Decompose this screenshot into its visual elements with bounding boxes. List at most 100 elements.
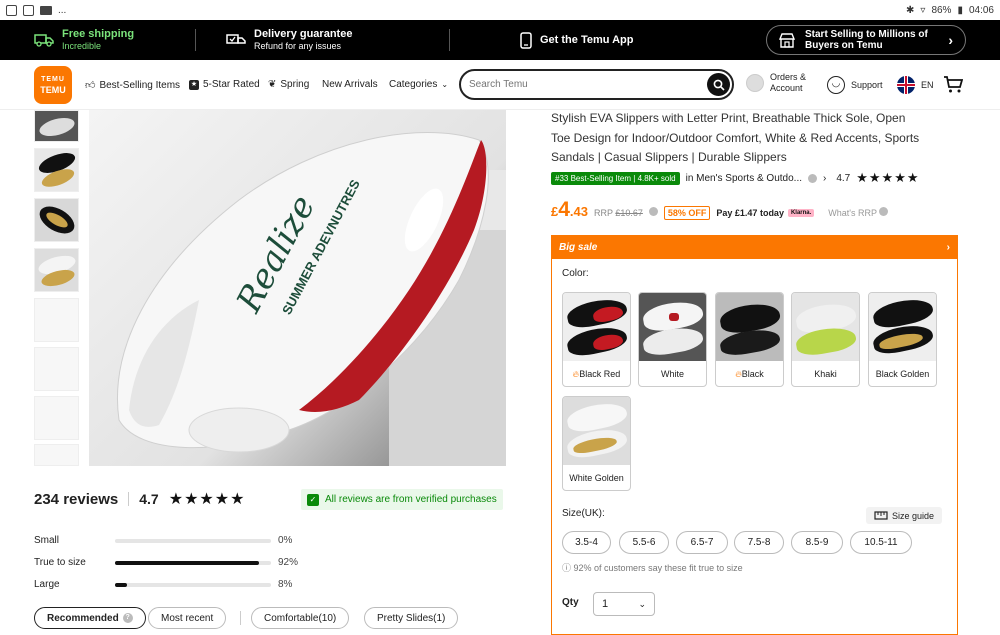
qty-value: 1: [602, 598, 609, 610]
divider: [128, 492, 130, 506]
nav-five-star[interactable]: ★ 5-Star Rated: [189, 79, 260, 90]
verified-label: All reviews are from verified purchases: [325, 494, 497, 505]
fit-label: Small: [34, 535, 60, 546]
orders-account[interactable]: Orders & Account: [746, 72, 806, 94]
size-option[interactable]: 5.5-6: [619, 531, 669, 554]
search-input[interactable]: [469, 79, 689, 90]
bestseller-row: #33 Best-Selling Item | 4.8K+ sold in Me…: [551, 170, 920, 186]
color-label-text: Black: [741, 369, 764, 379]
get-app-promo[interactable]: Get the Temu App: [450, 20, 634, 60]
size-option[interactable]: 6.5-7: [676, 531, 728, 554]
category-link[interactable]: in Men's Sports & Outdo...: [686, 173, 802, 184]
size-option[interactable]: 8.5-9: [791, 531, 843, 554]
fit-percent: 92%: [278, 557, 299, 568]
review-rating: 4.7: [139, 491, 159, 507]
question-icon: [879, 207, 889, 216]
review-tab-most-recent[interactable]: Most recent: [148, 607, 227, 629]
main-product-image[interactable]: Realize SUMMER ADEVNUTRES: [89, 110, 506, 466]
ruler-icon: [874, 511, 888, 520]
search-bar: [459, 69, 734, 100]
size-guide-button[interactable]: Size guide: [866, 507, 943, 524]
color-option-black[interactable]: 🔥︎Black: [715, 292, 784, 387]
color-label-text: Khaki: [814, 369, 837, 379]
gallery-thumb-5[interactable]: [34, 298, 79, 342]
sell-line1: Start Selling to Millions of: [805, 29, 928, 40]
color-option-khaki[interactable]: Khaki: [791, 292, 860, 387]
price-int: 4: [558, 198, 570, 221]
shield-check-icon: ✓: [307, 493, 319, 506]
klarna-logo: Klarna.: [787, 209, 815, 217]
support-icon: ◡: [827, 76, 845, 94]
logo-text-top: TEMU: [41, 76, 65, 83]
bestseller-badge[interactable]: #33 Best-Selling Item | 4.8K+ sold: [551, 171, 680, 185]
delivery-sub: Refund for any issues: [254, 41, 342, 51]
promo-bar: Free shipping Incredible Delivery guarant…: [0, 20, 1000, 60]
nav-categories[interactable]: Categories ⌄: [389, 79, 448, 90]
big-sale-banner[interactable]: Big sale ›: [551, 235, 958, 259]
review-tab-pretty-slides[interactable]: Pretty Slides(1): [364, 607, 459, 629]
fit-percent: 8%: [278, 579, 293, 590]
color-option-black-red[interactable]: 🔥︎Black Red: [562, 292, 631, 387]
free-shipping-promo[interactable]: Free shipping Incredible: [0, 20, 195, 60]
whats-rrp-link[interactable]: What's RRP: [828, 207, 889, 218]
chevron-down-icon: ⌄: [638, 598, 646, 609]
clock: 04:06: [968, 4, 994, 16]
delivery-guarantee-promo[interactable]: Delivery guarantee Refund for any issues: [196, 20, 449, 60]
size-option[interactable]: 3.5-4: [562, 531, 611, 554]
color-label-text: White: [660, 369, 684, 379]
big-sale-label: Big sale: [559, 241, 598, 253]
review-tab-recommended[interactable]: Recommended ?: [34, 607, 146, 629]
tab-divider: [240, 611, 241, 625]
star-rating-icon: ★★★★★: [168, 491, 246, 508]
store-icon: [779, 32, 795, 48]
fit-bar: [115, 538, 271, 543]
size-guide-label: Size guide: [892, 510, 935, 521]
folder-icon: [40, 5, 52, 15]
review-tab-comfortable[interactable]: Comfortable(10): [251, 607, 350, 629]
size-option[interactable]: 10.5-11: [850, 531, 912, 554]
wifi-icon: ▿: [920, 4, 926, 16]
product-star-icon: ★★★★★: [856, 170, 920, 185]
size-option[interactable]: 7.5-8: [734, 531, 784, 554]
price-row: £4.43 RRP £10.67 58% OFF Pay £1.47 today…: [551, 198, 889, 222]
cart-button[interactable]: [943, 75, 964, 99]
start-selling-button[interactable]: Start Selling to Millions of Buyers on Te…: [766, 25, 966, 55]
product-rating: 4.7: [836, 172, 851, 184]
main-nav: TEMU TEMU 👍︎ Best-Selling Items ★ 5-Star R…: [0, 60, 1000, 110]
language-label: EN: [921, 79, 934, 90]
phone-icon: [520, 31, 532, 49]
info-icon: [648, 207, 658, 216]
search-icon: [713, 79, 725, 91]
gallery-thumb-1[interactable]: [34, 110, 79, 142]
color-option-black-golden[interactable]: Black Golden: [868, 292, 937, 387]
search-button[interactable]: [707, 73, 730, 96]
thumbs-up-icon: 👍︎: [85, 80, 96, 91]
gallery-thumb-6[interactable]: [34, 347, 79, 391]
delivery-title: Delivery guarantee: [254, 28, 353, 40]
review-count[interactable]: 234 reviews: [34, 491, 118, 508]
discount-badge: 58% OFF: [663, 206, 711, 220]
temu-logo[interactable]: TEMU TEMU: [34, 66, 72, 104]
orders-line2: Account: [770, 83, 803, 93]
color-label: Color:: [562, 268, 589, 279]
nav-spring[interactable]: ❦ Spring: [268, 79, 309, 90]
size-label: Size(UK):: [562, 508, 605, 519]
review-tab-label: Pretty Slides(1): [377, 612, 446, 624]
qty-select[interactable]: 1 ⌄: [593, 592, 655, 616]
language-selector[interactable]: EN: [897, 76, 934, 94]
color-option-white-golden[interactable]: White Golden: [562, 396, 631, 491]
gallery-thumb-2[interactable]: [34, 148, 79, 192]
gallery-thumb-4[interactable]: [34, 248, 79, 292]
gallery-thumb-7[interactable]: [34, 396, 79, 440]
gallery-thumb-8[interactable]: [34, 444, 79, 466]
sell-line2: Buyers on Temu: [805, 40, 883, 51]
nav-best-selling[interactable]: 👍︎ Best-Selling Items: [85, 79, 180, 92]
fit-label: Large: [34, 579, 60, 590]
nav-new-arrivals[interactable]: New Arrivals: [322, 79, 378, 90]
color-option-white[interactable]: White: [638, 292, 707, 387]
gallery-thumb-3[interactable]: [34, 198, 79, 242]
support-link[interactable]: ◡ Support: [827, 76, 883, 94]
klarna-pay[interactable]: Pay £1.47 today Klarna.: [716, 208, 815, 218]
orders-line1: Orders &: [770, 72, 807, 82]
bluetooth-icon: ✱: [906, 4, 915, 16]
